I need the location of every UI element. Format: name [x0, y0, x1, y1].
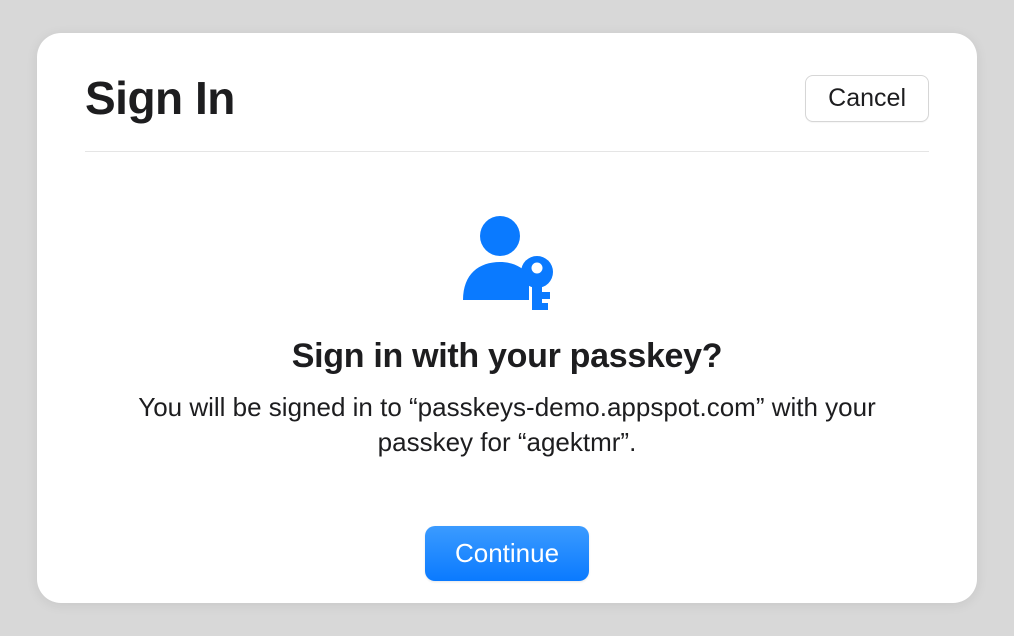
- cancel-button[interactable]: Cancel: [805, 75, 929, 122]
- dialog-content: Sign in with your passkey? You will be s…: [85, 152, 929, 581]
- dialog-header: Sign In Cancel: [85, 71, 929, 152]
- prompt-description: You will be signed in to “passkeys-demo.…: [127, 390, 887, 460]
- sign-in-dialog: Sign In Cancel Sign in with your passkey…: [37, 33, 977, 603]
- prompt-title: Sign in with your passkey?: [292, 337, 723, 376]
- dialog-title: Sign In: [85, 71, 235, 125]
- continue-button[interactable]: Continue: [425, 526, 589, 581]
- passkey-icon: [451, 210, 563, 319]
